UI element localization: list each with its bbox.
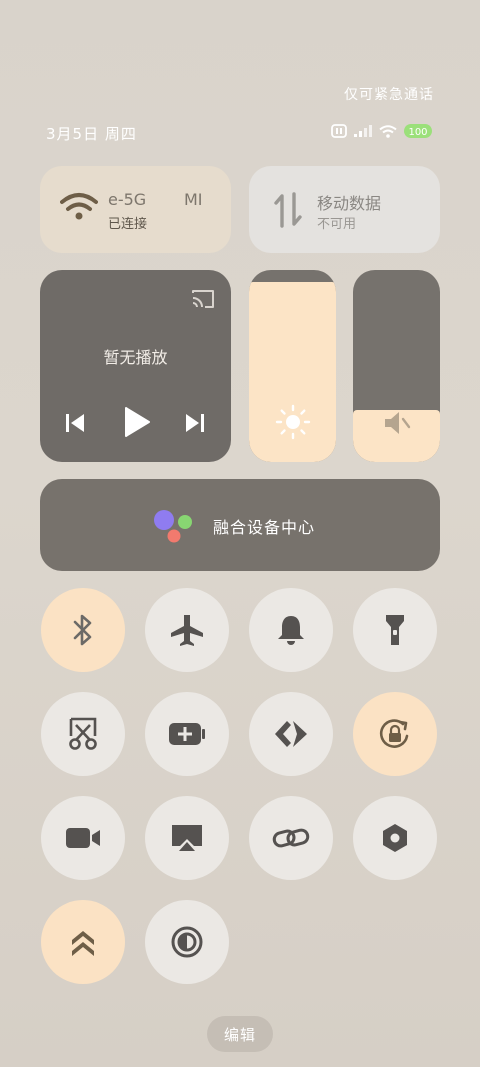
brightness-slider[interactable] <box>249 270 336 462</box>
link-icon <box>272 828 310 848</box>
wifi-status-icon <box>379 124 397 138</box>
speaker-muted-icon <box>384 412 410 434</box>
contrast-icon <box>171 926 203 958</box>
hexagon-icon <box>383 824 407 852</box>
volume-slider[interactable] <box>353 270 440 462</box>
mobile-data-tile[interactable]: 移动数据 不可用 <box>249 166 440 253</box>
airplane-icon <box>171 615 203 646</box>
rotation-lock-icon <box>379 719 409 748</box>
cast-icon <box>172 825 202 851</box>
media-title: 暂无播放 <box>103 348 168 367</box>
sun-icon <box>275 404 310 440</box>
play-icon[interactable] <box>122 404 152 440</box>
wifi-icon <box>60 193 98 220</box>
status-icons: 100 <box>331 124 432 138</box>
share-arrow-icon <box>275 721 307 747</box>
double-chevron-up-icon <box>72 931 94 956</box>
battery-saver-toggle[interactable] <box>145 692 229 776</box>
fusion-device-center[interactable]: 融合设备中心 <box>40 479 440 571</box>
previous-track-icon[interactable] <box>64 408 86 438</box>
device-center-icon <box>154 510 192 543</box>
mobile-data-icon <box>274 192 302 228</box>
cast-output-icon[interactable] <box>190 288 216 310</box>
dark-mode-toggle[interactable] <box>145 900 229 984</box>
video-camera-icon <box>66 828 100 848</box>
link-toggle[interactable] <box>249 796 333 880</box>
battery-plus-icon <box>169 723 205 745</box>
screen-record-toggle[interactable] <box>41 796 125 880</box>
screen-cast-toggle[interactable] <box>145 796 229 880</box>
next-track-icon[interactable] <box>184 408 206 438</box>
settings-toggle[interactable] <box>353 796 437 880</box>
media-player-tile[interactable]: 暂无播放 <box>40 270 231 462</box>
emergency-call-status: 仅可紧急通话 <box>344 87 434 103</box>
scissors-icon <box>69 717 97 750</box>
wifi-network-name-cont: MI <box>184 190 203 209</box>
bluetooth-toggle[interactable] <box>41 588 125 672</box>
flashlight-toggle[interactable] <box>353 588 437 672</box>
svg-text:100: 100 <box>408 127 427 138</box>
rotation-lock-toggle[interactable] <box>353 692 437 776</box>
nfc-icon <box>331 124 347 138</box>
screenshot-toggle[interactable] <box>41 692 125 776</box>
battery-icon: 100 <box>404 124 432 138</box>
edit-button[interactable]: 编辑 <box>207 1016 273 1052</box>
signal-icon <box>354 125 372 137</box>
airplane-mode-toggle[interactable] <box>145 588 229 672</box>
wifi-tile[interactable]: e-5G MI 已连接 <box>40 166 231 253</box>
performance-mode-toggle[interactable] <box>41 900 125 984</box>
bluetooth-icon <box>73 614 92 646</box>
date-label: 3月5日 周四 <box>46 125 137 143</box>
mobile-data-status: 不可用 <box>317 217 357 232</box>
ring-mode-toggle[interactable] <box>249 588 333 672</box>
flashlight-icon <box>386 615 404 645</box>
fusion-device-center-label: 融合设备中心 <box>213 518 316 537</box>
mobile-data-title: 移动数据 <box>317 194 382 213</box>
wifi-status: 已连接 <box>108 217 148 232</box>
nearby-share-toggle[interactable] <box>249 692 333 776</box>
wifi-network-name: e-5G <box>108 190 147 209</box>
bell-icon <box>278 616 304 645</box>
